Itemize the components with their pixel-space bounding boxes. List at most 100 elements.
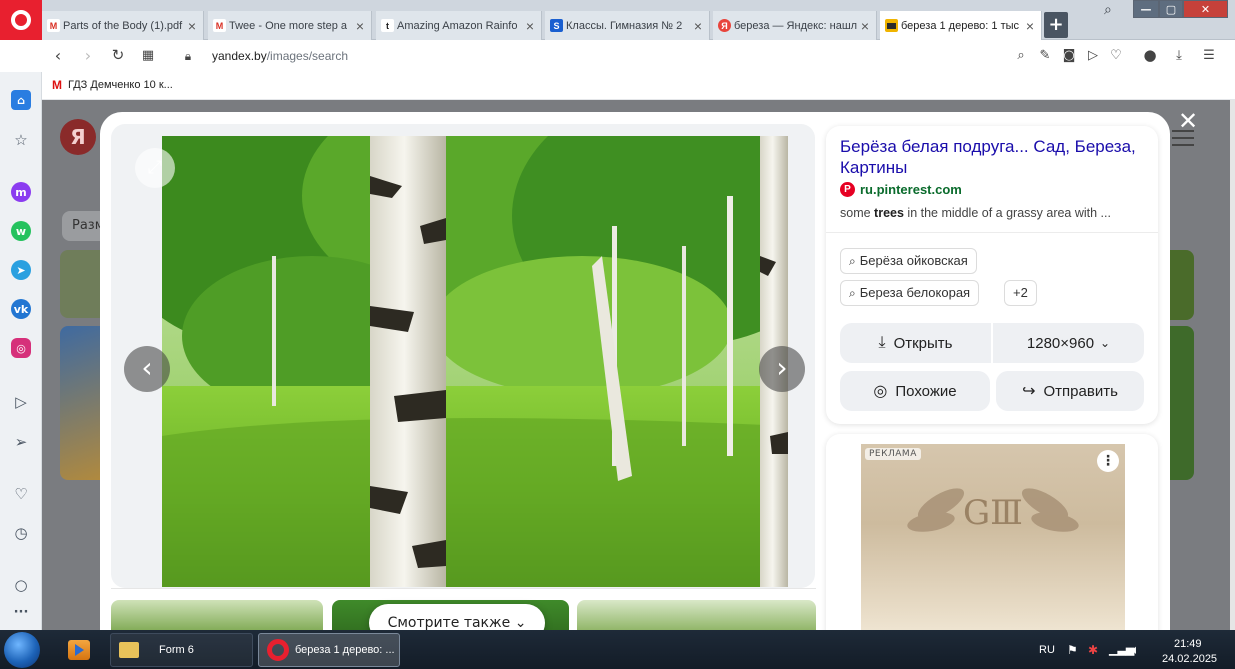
download-icon[interactable]: ⤓ (1171, 48, 1187, 63)
close-tab-icon[interactable]: × (523, 18, 537, 34)
close-tab-icon[interactable]: × (858, 18, 872, 34)
image-info-panel: Берёза белая подруга... Сад, Береза, Кар… (826, 126, 1158, 424)
tab-amazon-rainforest[interactable]: t Amazing Amazon Rainfo × (376, 11, 542, 40)
back-icon[interactable]: ‹ (48, 46, 68, 65)
settings-sliders-icon[interactable]: ☰ (1201, 48, 1217, 63)
ad-image[interactable]: РЕКЛАМА ⋮ GⅢ (861, 444, 1125, 630)
close-tab-icon[interactable]: × (691, 18, 705, 34)
tab-parts-of-body[interactable]: M Parts of the Body (1).pdf × (42, 11, 204, 40)
heart-icon[interactable]: ♡ (11, 484, 31, 504)
prev-image-button[interactable]: ‹ (124, 346, 170, 392)
tab-label: Amazing Amazon Rainfo (397, 19, 518, 32)
windows-taskbar: Form 6 береза 1 дерево: ... RU ⚑ ✱ ▁▃▅ 🔈… (0, 630, 1235, 669)
more-options-icon[interactable]: ··· (11, 602, 31, 622)
similar-label: Похожие (895, 382, 957, 400)
ad-emblem-icon: GⅢ (907, 488, 1079, 533)
open-image-button[interactable]: ⤓ Открыть (840, 323, 991, 363)
tag-chip-belokoraya[interactable]: ⌕ Береза белокорая (840, 280, 980, 306)
send-icon[interactable]: ➢ (11, 432, 31, 452)
next-image-button[interactable]: › (759, 346, 805, 392)
tab-twee[interactable]: M Twee - One more step a × (208, 11, 372, 40)
forward-icon[interactable]: › (78, 46, 98, 65)
taskbar-item-label: Form 6 (159, 644, 194, 656)
image-size-dropdown[interactable]: 1280×960 ⌄ (993, 323, 1144, 363)
share-arrow-icon: ↪ (1022, 383, 1036, 400)
network-status-icon[interactable]: ⚑ (1067, 643, 1078, 657)
gmail-icon: M (47, 19, 60, 32)
clock-date[interactable]: 24.02.2025 (1162, 653, 1217, 665)
new-tab-button[interactable]: + (1044, 12, 1068, 38)
vk-icon[interactable]: vk (11, 299, 31, 319)
close-window-button[interactable]: ✕ (1183, 0, 1228, 18)
signal-bars-icon[interactable]: ▁▃▅ (1109, 643, 1134, 656)
lock-icon: 🔒︎ (184, 49, 192, 63)
more-tags-label: +2 (1013, 285, 1028, 300)
whatsapp-icon[interactable]: w (11, 221, 31, 241)
url-host: yandex.by (212, 49, 267, 63)
clock-time[interactable]: 21:49 (1174, 638, 1202, 650)
image-source-link[interactable]: P ru.pinterest.com (840, 182, 962, 197)
language-indicator[interactable]: RU (1039, 644, 1055, 656)
zoom-search-icon[interactable]: ⌕ (1013, 48, 1029, 63)
desc-keyword: trees (874, 206, 904, 220)
close-tab-icon[interactable]: × (353, 18, 367, 34)
more-tags-chip[interactable]: +2 (1004, 280, 1037, 306)
taskbar-item-form6[interactable]: Form 6 (110, 633, 253, 667)
gmail-icon: M (213, 19, 226, 32)
tab-label: береза — Яндекс: нашл (734, 19, 858, 32)
search-icon: ⌕ (849, 286, 856, 300)
url-field[interactable]: yandex.by/images/search (212, 49, 348, 63)
image-title-link[interactable]: Берёза белая подруга... Сад, Береза, Кар… (840, 136, 1140, 178)
antivirus-icon[interactable]: ✱ (1088, 643, 1098, 657)
volume-icon[interactable]: 🔈︎ (1132, 642, 1140, 658)
extensions-icon[interactable]: ○ (11, 575, 31, 595)
close-viewer-icon[interactable]: ✕ (1178, 107, 1198, 135)
share-image-button[interactable]: ↪ Отправить (996, 371, 1144, 411)
fullscreen-expand-button[interactable]: ⤢ (135, 148, 175, 188)
opera-sidebar: ⌂ ☆ m w ➤ vk ◎ ▷ ➢ ♡ ◷ ○ ··· (0, 40, 42, 630)
camera-icon[interactable]: ◙ (1061, 48, 1077, 63)
tag-chip-oykovskaya[interactable]: ⌕ Берёза ойковская (840, 248, 977, 274)
close-tab-icon[interactable]: × (1023, 18, 1037, 34)
edit-icon[interactable]: ✎ (1037, 48, 1053, 63)
close-tab-icon[interactable]: × (185, 18, 199, 34)
opera-menu-button[interactable] (0, 0, 42, 40)
birch-forest-photo[interactable] (162, 136, 788, 587)
similar-thumbnail[interactable] (577, 600, 816, 630)
taskbar-item-opera[interactable]: береза 1 дерево: ... (258, 633, 400, 667)
instagram-icon[interactable]: ◎ (11, 338, 31, 358)
reload-icon[interactable]: ↻ (108, 46, 128, 64)
tab-birch-images-active[interactable]: береза 1 дерево: 1 тыс × (880, 11, 1042, 40)
page-scrollbar[interactable] (1230, 100, 1235, 630)
player-icon[interactable]: ▷ (11, 392, 31, 412)
similar-images-button[interactable]: ◎ Похожие (840, 371, 990, 411)
similar-thumbnail[interactable] (111, 600, 323, 630)
yandex-logo-icon[interactable]: Я (60, 119, 96, 155)
tab-yandex-search[interactable]: Я береза — Яндекс: нашл × (713, 11, 877, 40)
desc-text: some (840, 206, 875, 220)
messenger-icon[interactable]: m (11, 182, 31, 202)
profile-avatar-icon[interactable]: ● (1142, 46, 1158, 64)
tab-gymnasium-classes[interactable]: S Классы. Гимназия № 2 × (545, 11, 710, 40)
minimize-window-button[interactable]: — (1133, 0, 1159, 18)
bookmark-gdz[interactable]: M ГДЗ Демченко 10 к... (52, 78, 173, 92)
telegram-icon[interactable]: ➤ (11, 260, 31, 280)
taskbar-item-label: береза 1 дерево: ... (295, 644, 395, 656)
bookmarks-star-icon[interactable]: ☆ (11, 130, 31, 150)
tab-search-icon[interactable]: ⌕ (1104, 2, 1112, 18)
home-icon[interactable]: ⌂ (11, 90, 31, 110)
chevron-down-icon: ⌄ (1100, 336, 1111, 350)
tab-grid-icon[interactable]: ▦ (138, 48, 158, 63)
tumblr-icon: t (381, 19, 394, 32)
heart-icon[interactable]: ♡ (1108, 48, 1124, 63)
maximize-window-button[interactable]: ▢ (1159, 0, 1183, 18)
share-label: Отправить (1043, 382, 1118, 400)
start-button[interactable] (4, 632, 40, 668)
history-clock-icon[interactable]: ◷ (11, 523, 31, 543)
see-also-button[interactable]: Смотрите также ⌄ (369, 604, 545, 630)
share-icon[interactable]: ▷ (1085, 48, 1101, 63)
ad-menu-icon[interactable]: ⋮ (1097, 450, 1119, 472)
media-player-taskbar-icon[interactable] (60, 634, 100, 666)
ad-label: РЕКЛАМА (865, 448, 921, 460)
download-icon: ⤓ (878, 334, 886, 351)
